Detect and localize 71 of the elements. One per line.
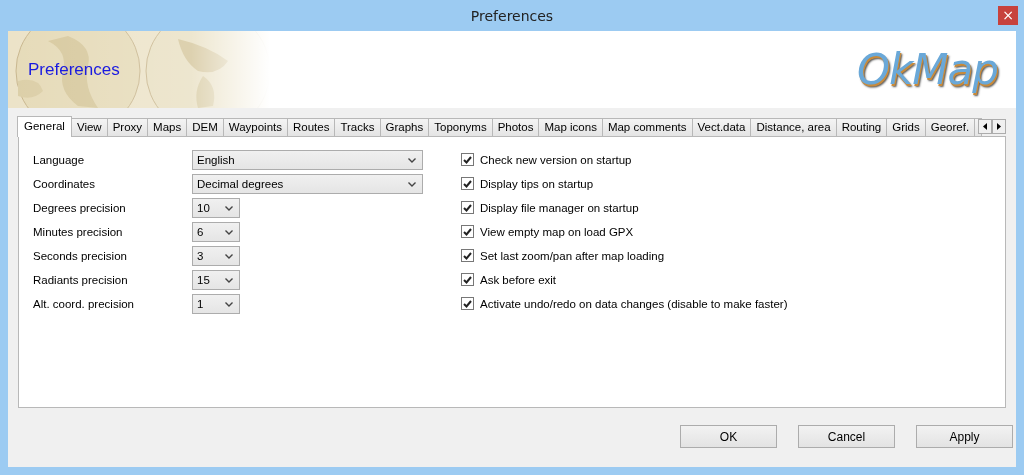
field-label: Language — [33, 154, 86, 166]
checkbox[interactable] — [461, 201, 474, 214]
checkbox[interactable] — [461, 177, 474, 190]
checkmark-icon — [463, 227, 472, 236]
field-label: Radiants precision — [33, 274, 129, 286]
tab[interactable]: DEM — [186, 118, 224, 136]
chevron-down-icon — [225, 277, 233, 283]
tab[interactable]: Vect.data — [691, 118, 752, 136]
checkbox-label: View empty map on load GPX — [480, 225, 634, 238]
tab[interactable]: General — [17, 116, 72, 137]
checkbox[interactable] — [461, 249, 474, 262]
chevron-down-icon — [225, 205, 233, 211]
chevron-down-icon — [225, 253, 233, 259]
tab[interactable]: Map icons — [538, 118, 603, 136]
dropdown[interactable]: Decimal degrees — [192, 174, 423, 194]
chevron-down-icon — [225, 229, 233, 235]
tab[interactable]: Georef. — [924, 118, 976, 136]
tab[interactable]: Map comments — [601, 118, 693, 136]
checkmark-icon — [463, 251, 472, 260]
banner-title: Preferences — [28, 59, 120, 80]
tab[interactable]: Tracks — [334, 118, 381, 136]
dialog-button[interactable]: Cancel — [798, 425, 895, 448]
field-label: Seconds precision — [33, 250, 128, 262]
checkbox-label: Display file manager on startup — [480, 201, 639, 214]
checkbox[interactable] — [461, 153, 474, 166]
tab[interactable]: Toponyms — [428, 118, 493, 136]
dropdown[interactable]: 6 — [192, 222, 240, 242]
close-button[interactable]: × — [998, 6, 1018, 25]
tab[interactable]: Grids — [886, 118, 926, 136]
checkbox[interactable] — [461, 297, 474, 310]
checkmark-icon — [463, 299, 472, 308]
chevron-down-icon — [225, 301, 233, 307]
window-title: Preferences — [470, 7, 554, 24]
checkbox-label: Display tips on startup — [480, 177, 594, 190]
chevron-down-icon — [408, 157, 416, 163]
checkmark-icon — [463, 275, 472, 284]
tab[interactable]: Routes — [287, 118, 336, 136]
tab[interactable]: Graphs — [379, 118, 430, 136]
checkbox-label: Activate undo/redo on data changes (disable to make faster) — [480, 297, 788, 310]
scroll-left-button[interactable] — [978, 119, 992, 134]
checkbox[interactable] — [461, 225, 474, 238]
tab[interactable]: Proxy — [106, 118, 149, 136]
dropdown[interactable]: 1 — [192, 294, 240, 314]
checkbox-label: Check new version on startup — [480, 153, 632, 166]
checkbox[interactable] — [461, 273, 474, 286]
dropdown[interactable]: English — [192, 150, 423, 170]
dropdown[interactable]: 15 — [192, 270, 240, 290]
dialog-button[interactable]: Apply — [916, 425, 1013, 448]
dialog-button[interactable]: OK — [680, 425, 777, 448]
field-label: Degrees precision — [33, 202, 127, 214]
tab[interactable]: Maps — [147, 118, 188, 136]
scroll-right-button[interactable] — [992, 119, 1006, 134]
checkmark-icon — [463, 155, 472, 164]
tab[interactable]: Routing — [835, 118, 888, 136]
field-label: Alt. coord. precision — [33, 298, 135, 310]
checkmark-icon — [463, 203, 472, 212]
checkbox-label: Set last zoom/pan after map loading — [480, 249, 665, 262]
logo: OkMap — [857, 45, 998, 94]
tab[interactable]: Photos — [491, 118, 540, 136]
left-arrow-icon — [983, 123, 987, 130]
dropdown[interactable]: 10 — [192, 198, 240, 218]
field-label: Coordinates — [33, 178, 96, 190]
field-label: Minutes precision — [33, 226, 124, 238]
checkmark-icon — [463, 179, 472, 188]
tab[interactable]: View — [70, 118, 108, 136]
checkbox-label: Ask before exit — [480, 273, 557, 286]
tab[interactable]: Distance, area — [750, 118, 837, 136]
chevron-down-icon — [408, 181, 416, 187]
dropdown[interactable]: 3 — [192, 246, 240, 266]
tab[interactable]: Waypoints — [222, 118, 288, 136]
right-arrow-icon — [997, 123, 1001, 130]
